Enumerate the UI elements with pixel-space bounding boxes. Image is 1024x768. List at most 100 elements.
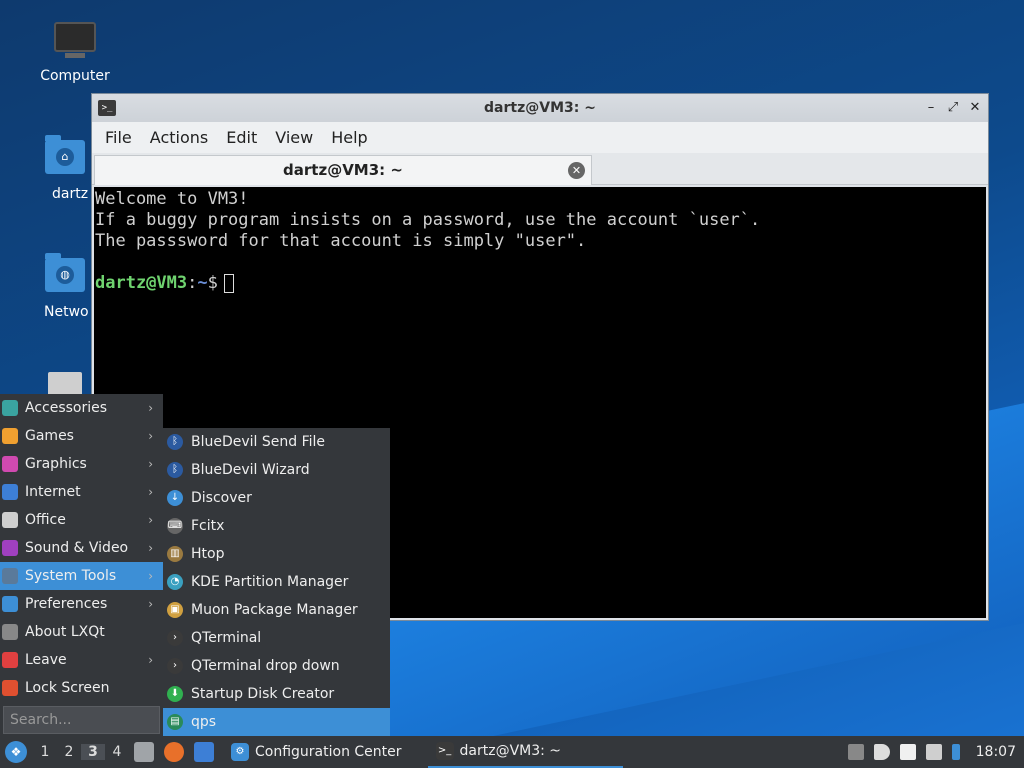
menu-category-label: Internet <box>25 484 81 500</box>
submenu-item-qterminal-drop-down[interactable]: › QTerminal drop down <box>163 652 390 680</box>
discover-icon: ↓ <box>167 490 183 506</box>
menu-category-label: Games <box>25 428 74 444</box>
menu-category-games[interactable]: Games › <box>0 422 163 450</box>
menu-category-label: Leave <box>25 652 67 668</box>
terminal-icon: >_ <box>98 100 116 116</box>
submenu-item-qterminal[interactable]: › QTerminal <box>163 624 390 652</box>
volume-icon[interactable] <box>873 744 890 760</box>
file-manager-icon[interactable] <box>134 742 154 762</box>
window-titlebar[interactable]: >_ dartz@VM3: ~ – ⤢ ✕ <box>92 94 988 122</box>
system-tray: 18:07 <box>847 744 1024 760</box>
terminal-icon: › <box>167 658 183 674</box>
menu-category-accessories[interactable]: Accessories › <box>0 394 163 422</box>
prompt-sep: : <box>187 273 198 293</box>
menu-category-about-lxqt[interactable]: About LXQt <box>0 618 163 646</box>
app-menu: Accessories › Games › Graphics › Internet › Offi… <box>0 394 163 739</box>
clock[interactable]: 18:07 <box>970 744 1020 760</box>
submenu-item-htop[interactable]: ▥ Htop <box>163 540 390 568</box>
menu-category-label: System Tools <box>25 568 117 584</box>
terminal-prompt: dartz@VM3:~$ <box>95 273 986 294</box>
task-label: dartz@VM3: ~ <box>459 743 562 759</box>
menu-help[interactable]: Help <box>322 128 376 147</box>
close-button[interactable]: ✕ <box>966 99 984 117</box>
submenu-item-fcitx[interactable]: ⌨ Fcitx <box>163 512 390 540</box>
menu-category-lock-screen[interactable]: Lock Screen <box>0 674 163 702</box>
taskbar: ❖ 1 2 3 4 ⚙ Configuration Center >_ dart… <box>0 736 1024 768</box>
menu-category-label: Accessories <box>25 400 108 416</box>
submenu-item-kde-partition-manager[interactable]: ◔ KDE Partition Manager <box>163 568 390 596</box>
desktop-switch-3[interactable]: 3 <box>81 744 105 760</box>
menu-category-label: Preferences <box>25 596 108 612</box>
menu-category-leave[interactable]: Leave › <box>0 646 163 674</box>
task-terminal[interactable]: >_ dartz@VM3: ~ <box>427 736 623 768</box>
desktop-icon-network[interactable]: ◍ Netwo <box>30 253 100 320</box>
menubar: File Actions Edit View Help <box>92 122 988 153</box>
network-folder-icon: ◍ <box>43 253 87 298</box>
menu-category-label: Office <box>25 512 66 528</box>
text-cursor <box>223 273 234 293</box>
terminal-line: If a buggy program insists on a password… <box>95 210 761 230</box>
tray-up-icon[interactable] <box>847 744 864 760</box>
prompt-path: ~ <box>197 273 208 293</box>
submenu-item-muon-package-manager[interactable]: ▣ Muon Package Manager <box>163 596 390 624</box>
desktop-icon-computer[interactable]: Computer <box>30 22 120 84</box>
submenu-item-discover[interactable]: ↓ Discover <box>163 484 390 512</box>
network-icon[interactable] <box>925 744 942 760</box>
prompt-symbol: $ <box>207 273 218 293</box>
maximize-button[interactable]: ⤢ <box>944 99 962 117</box>
menu-search-input[interactable]: Search... <box>3 706 160 734</box>
submenu-item-bluedevil-send-file[interactable]: ᛒ BlueDevil Send File <box>163 428 390 456</box>
menu-view[interactable]: View <box>266 128 322 147</box>
menu-category-label: Graphics <box>25 456 87 472</box>
submenu-item-qps[interactable]: ▤ qps <box>163 708 390 736</box>
chevron-right-icon: › <box>148 597 153 611</box>
menu-edit[interactable]: Edit <box>217 128 266 147</box>
submenu-item-label: Htop <box>191 546 225 562</box>
tab-terminal[interactable]: dartz@VM3: ~ ✕ <box>94 155 592 185</box>
terminal-icon: › <box>167 630 183 646</box>
bluetooth-icon: ᛒ <box>167 462 183 478</box>
desktop-switch-4[interactable]: 4 <box>105 744 129 760</box>
system-tools-submenu: ᛒ BlueDevil Send File ᛒ BlueDevil Wizard ↓ Di… <box>163 428 390 736</box>
desktop-icon-home[interactable]: ⌂ dartz <box>30 135 100 202</box>
menu-category-preferences[interactable]: Preferences › <box>0 590 163 618</box>
submenu-item-label: QTerminal drop down <box>191 658 340 674</box>
submenu-item-label: Fcitx <box>191 518 225 534</box>
menu-category-label: About LXQt <box>25 624 105 640</box>
power-icon <box>2 652 18 668</box>
submenu-item-label: BlueDevil Send File <box>191 434 326 450</box>
chevron-right-icon: › <box>148 513 153 527</box>
menu-actions[interactable]: Actions <box>141 128 217 147</box>
chevron-right-icon: › <box>148 429 153 443</box>
menu-file[interactable]: File <box>96 128 141 147</box>
tab-close-icon[interactable]: ✕ <box>568 162 585 179</box>
bluetooth-icon: ᛒ <box>167 434 183 450</box>
menu-category-office[interactable]: Office › <box>0 506 163 534</box>
desktop-switch-2[interactable]: 2 <box>57 744 81 760</box>
clipboard-icon[interactable] <box>899 744 916 760</box>
minimize-button[interactable]: – <box>922 99 940 117</box>
terminal-line: Welcome to VM3! <box>95 189 249 209</box>
keyboard-layout-icon[interactable] <box>951 744 960 760</box>
chevron-right-icon: › <box>148 457 153 471</box>
qps-icon: ▤ <box>167 714 183 730</box>
chevron-right-icon: › <box>148 653 153 667</box>
partition-icon: ◔ <box>167 574 183 590</box>
show-desktop-icon[interactable] <box>194 742 214 762</box>
menu-category-sound-video[interactable]: Sound & Video › <box>0 534 163 562</box>
accessories-icon <box>2 400 18 416</box>
menu-category-system-tools[interactable]: System Tools › <box>0 562 163 590</box>
menu-category-graphics[interactable]: Graphics › <box>0 450 163 478</box>
submenu-item-bluedevil-wizard[interactable]: ᛒ BlueDevil Wizard <box>163 456 390 484</box>
chevron-right-icon: › <box>148 569 153 583</box>
desktop-switch-1[interactable]: 1 <box>33 744 57 760</box>
games-icon <box>2 428 18 444</box>
menu-category-internet[interactable]: Internet › <box>0 478 163 506</box>
menu-category-label: Lock Screen <box>25 680 110 696</box>
submenu-item-startup-disk-creator[interactable]: ⬇ Startup Disk Creator <box>163 680 390 708</box>
task-configuration-center[interactable]: ⚙ Configuration Center <box>223 736 410 768</box>
prompt-user: dartz@VM3 <box>95 273 188 293</box>
tab-bar: dartz@VM3: ~ ✕ <box>92 153 988 185</box>
firefox-icon[interactable] <box>164 742 184 762</box>
start-menu-button[interactable]: ❖ <box>5 741 27 763</box>
